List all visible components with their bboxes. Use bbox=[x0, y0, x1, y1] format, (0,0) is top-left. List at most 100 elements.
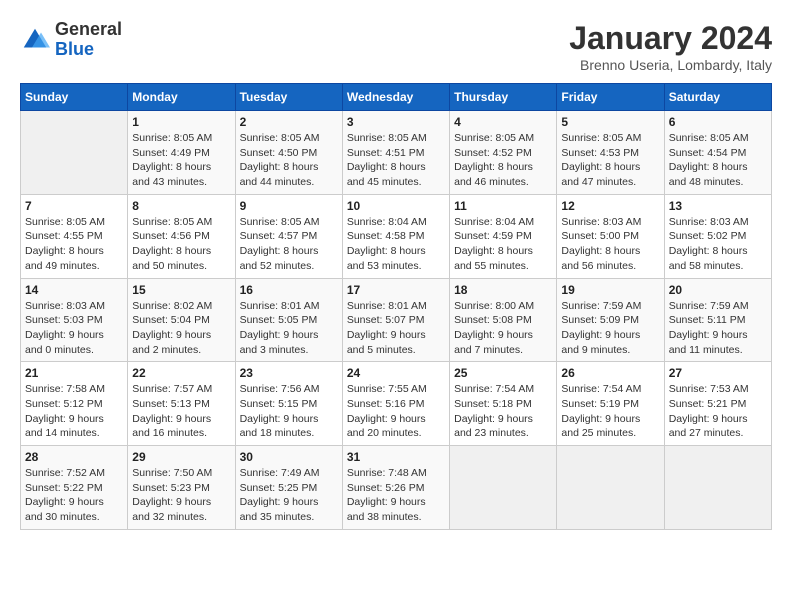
day-number: 16 bbox=[240, 283, 338, 297]
day-number: 25 bbox=[454, 366, 552, 380]
week-row-4: 21 Sunrise: 7:58 AM Sunset: 5:12 PM Dayli… bbox=[21, 362, 772, 446]
calendar-cell: 20Sunrise: 7:59 AM Sunset: 5:11 PM Dayli… bbox=[664, 278, 771, 362]
weekday-header-thursday: Thursday bbox=[450, 84, 557, 111]
weekday-header-wednesday: Wednesday bbox=[342, 84, 449, 111]
calendar-cell: 13 Sunrise: 8:03 AM Sunset: 5:02 PM Dayli… bbox=[664, 194, 771, 278]
calendar-cell bbox=[557, 446, 664, 530]
day-number: 5 bbox=[561, 115, 659, 129]
week-row-2: 7 Sunrise: 8:05 AM Sunset: 4:55 PM Daylig… bbox=[21, 194, 772, 278]
calendar-cell: 21 Sunrise: 7:58 AM Sunset: 5:12 PM Dayli… bbox=[21, 362, 128, 446]
day-info: Sunrise: 8:00 AM Sunset: 5:08 PM Dayligh… bbox=[454, 299, 552, 358]
day-number: 12 bbox=[561, 199, 659, 213]
calendar-cell: 1 Sunrise: 8:05 AM Sunset: 4:49 PM Daylig… bbox=[128, 111, 235, 195]
weekday-header-monday: Monday bbox=[128, 84, 235, 111]
calendar-cell: 22Sunrise: 7:57 AM Sunset: 5:13 PM Dayli… bbox=[128, 362, 235, 446]
calendar-cell: 11Sunrise: 8:04 AM Sunset: 4:59 PM Dayli… bbox=[450, 194, 557, 278]
page-header: General Blue January 2024 Brenno Useria,… bbox=[20, 20, 772, 73]
day-number: 13 bbox=[669, 199, 767, 213]
day-info: Sunrise: 8:03 AM Sunset: 5:00 PM Dayligh… bbox=[561, 215, 659, 274]
day-number: 1 bbox=[132, 115, 230, 129]
calendar-cell: 19Sunrise: 7:59 AM Sunset: 5:09 PM Dayli… bbox=[557, 278, 664, 362]
day-number: 30 bbox=[240, 450, 338, 464]
calendar-cell bbox=[21, 111, 128, 195]
day-number: 20 bbox=[669, 283, 767, 297]
calendar-cell: 14 Sunrise: 8:03 AM Sunset: 5:03 PM Dayli… bbox=[21, 278, 128, 362]
day-number: 8 bbox=[132, 199, 230, 213]
calendar-cell: 5 Sunrise: 8:05 AM Sunset: 4:53 PM Daylig… bbox=[557, 111, 664, 195]
day-number: 10 bbox=[347, 199, 445, 213]
calendar-cell bbox=[664, 446, 771, 530]
calendar-cell: 17Sunrise: 8:01 AM Sunset: 5:07 PM Dayli… bbox=[342, 278, 449, 362]
day-info: Sunrise: 7:54 AM Sunset: 5:19 PM Dayligh… bbox=[561, 382, 659, 441]
day-info: Sunrise: 7:58 AM Sunset: 5:12 PM Dayligh… bbox=[25, 382, 123, 441]
calendar-cell: 30 Sunrise: 7:49 AM Sunset: 5:25 PM Dayli… bbox=[235, 446, 342, 530]
calendar-table: SundayMondayTuesdayWednesdayThursdayFrid… bbox=[20, 83, 772, 530]
day-number: 9 bbox=[240, 199, 338, 213]
title-block: January 2024 Brenno Useria, Lombardy, It… bbox=[569, 20, 772, 73]
calendar-cell bbox=[450, 446, 557, 530]
day-info: Sunrise: 7:55 AM Sunset: 5:16 PM Dayligh… bbox=[347, 382, 445, 441]
day-info: Sunrise: 7:50 AM Sunset: 5:23 PM Dayligh… bbox=[132, 466, 230, 525]
calendar-cell: 2Sunrise: 8:05 AM Sunset: 4:50 PM Daylig… bbox=[235, 111, 342, 195]
day-number: 17 bbox=[347, 283, 445, 297]
calendar-cell: 18 Sunrise: 8:00 AM Sunset: 5:08 PM Dayli… bbox=[450, 278, 557, 362]
day-info: Sunrise: 7:59 AM Sunset: 5:09 PM Dayligh… bbox=[561, 299, 659, 358]
calendar-cell: 25 Sunrise: 7:54 AM Sunset: 5:18 PM Dayli… bbox=[450, 362, 557, 446]
day-info: Sunrise: 8:03 AM Sunset: 5:03 PM Dayligh… bbox=[25, 299, 123, 358]
day-number: 18 bbox=[454, 283, 552, 297]
weekday-header-friday: Friday bbox=[557, 84, 664, 111]
day-info: Sunrise: 8:05 AM Sunset: 4:53 PM Dayligh… bbox=[561, 131, 659, 190]
day-info: Sunrise: 8:01 AM Sunset: 5:05 PM Dayligh… bbox=[240, 299, 338, 358]
weekday-header-row: SundayMondayTuesdayWednesdayThursdayFrid… bbox=[21, 84, 772, 111]
day-info: Sunrise: 7:53 AM Sunset: 5:21 PM Dayligh… bbox=[669, 382, 767, 441]
calendar-cell: 4 Sunrise: 8:05 AM Sunset: 4:52 PM Daylig… bbox=[450, 111, 557, 195]
day-number: 23 bbox=[240, 366, 338, 380]
logo-text: General Blue bbox=[55, 20, 122, 60]
calendar-cell: 16 Sunrise: 8:01 AM Sunset: 5:05 PM Dayli… bbox=[235, 278, 342, 362]
calendar-cell: 9 Sunrise: 8:05 AM Sunset: 4:57 PM Daylig… bbox=[235, 194, 342, 278]
calendar-cell: 10 Sunrise: 8:04 AM Sunset: 4:58 PM Dayli… bbox=[342, 194, 449, 278]
day-number: 22 bbox=[132, 366, 230, 380]
day-number: 21 bbox=[25, 366, 123, 380]
day-info: Sunrise: 7:48 AM Sunset: 5:26 PM Dayligh… bbox=[347, 466, 445, 525]
week-row-1: 1 Sunrise: 8:05 AM Sunset: 4:49 PM Daylig… bbox=[21, 111, 772, 195]
day-info: Sunrise: 8:05 AM Sunset: 4:55 PM Dayligh… bbox=[25, 215, 123, 274]
calendar-cell: 6 Sunrise: 8:05 AM Sunset: 4:54 PM Daylig… bbox=[664, 111, 771, 195]
day-number: 15 bbox=[132, 283, 230, 297]
day-info: Sunrise: 8:05 AM Sunset: 4:51 PM Dayligh… bbox=[347, 131, 445, 190]
day-number: 14 bbox=[25, 283, 123, 297]
day-info: Sunrise: 7:54 AM Sunset: 5:18 PM Dayligh… bbox=[454, 382, 552, 441]
day-number: 7 bbox=[25, 199, 123, 213]
calendar-cell: 28 Sunrise: 7:52 AM Sunset: 5:22 PM Dayli… bbox=[21, 446, 128, 530]
day-info: Sunrise: 7:52 AM Sunset: 5:22 PM Dayligh… bbox=[25, 466, 123, 525]
calendar-cell: 3 Sunrise: 8:05 AM Sunset: 4:51 PM Daylig… bbox=[342, 111, 449, 195]
day-number: 28 bbox=[25, 450, 123, 464]
weekday-header-sunday: Sunday bbox=[21, 84, 128, 111]
logo-icon bbox=[20, 25, 50, 55]
calendar-cell: 7 Sunrise: 8:05 AM Sunset: 4:55 PM Daylig… bbox=[21, 194, 128, 278]
day-number: 2 bbox=[240, 115, 338, 129]
weekday-header-tuesday: Tuesday bbox=[235, 84, 342, 111]
day-info: Sunrise: 8:05 AM Sunset: 4:57 PM Dayligh… bbox=[240, 215, 338, 274]
day-number: 6 bbox=[669, 115, 767, 129]
calendar-cell: 26Sunrise: 7:54 AM Sunset: 5:19 PM Dayli… bbox=[557, 362, 664, 446]
day-number: 11 bbox=[454, 199, 552, 213]
calendar-cell: 31 Sunrise: 7:48 AM Sunset: 5:26 PM Dayli… bbox=[342, 446, 449, 530]
day-info: Sunrise: 7:49 AM Sunset: 5:25 PM Dayligh… bbox=[240, 466, 338, 525]
calendar-cell: 29Sunrise: 7:50 AM Sunset: 5:23 PM Dayli… bbox=[128, 446, 235, 530]
day-number: 31 bbox=[347, 450, 445, 464]
calendar-cell: 15 Sunrise: 8:02 AM Sunset: 5:04 PM Dayli… bbox=[128, 278, 235, 362]
logo-general: General bbox=[55, 20, 122, 40]
month-title: January 2024 bbox=[569, 20, 772, 57]
day-number: 4 bbox=[454, 115, 552, 129]
day-info: Sunrise: 8:05 AM Sunset: 4:49 PM Dayligh… bbox=[132, 131, 230, 190]
day-info: Sunrise: 8:02 AM Sunset: 5:04 PM Dayligh… bbox=[132, 299, 230, 358]
day-info: Sunrise: 7:56 AM Sunset: 5:15 PM Dayligh… bbox=[240, 382, 338, 441]
day-info: Sunrise: 8:04 AM Sunset: 4:58 PM Dayligh… bbox=[347, 215, 445, 274]
week-row-3: 14 Sunrise: 8:03 AM Sunset: 5:03 PM Dayli… bbox=[21, 278, 772, 362]
day-number: 3 bbox=[347, 115, 445, 129]
day-info: Sunrise: 8:03 AM Sunset: 5:02 PM Dayligh… bbox=[669, 215, 767, 274]
day-info: Sunrise: 8:05 AM Sunset: 4:54 PM Dayligh… bbox=[669, 131, 767, 190]
location-subtitle: Brenno Useria, Lombardy, Italy bbox=[569, 57, 772, 73]
day-info: Sunrise: 8:05 AM Sunset: 4:52 PM Dayligh… bbox=[454, 131, 552, 190]
